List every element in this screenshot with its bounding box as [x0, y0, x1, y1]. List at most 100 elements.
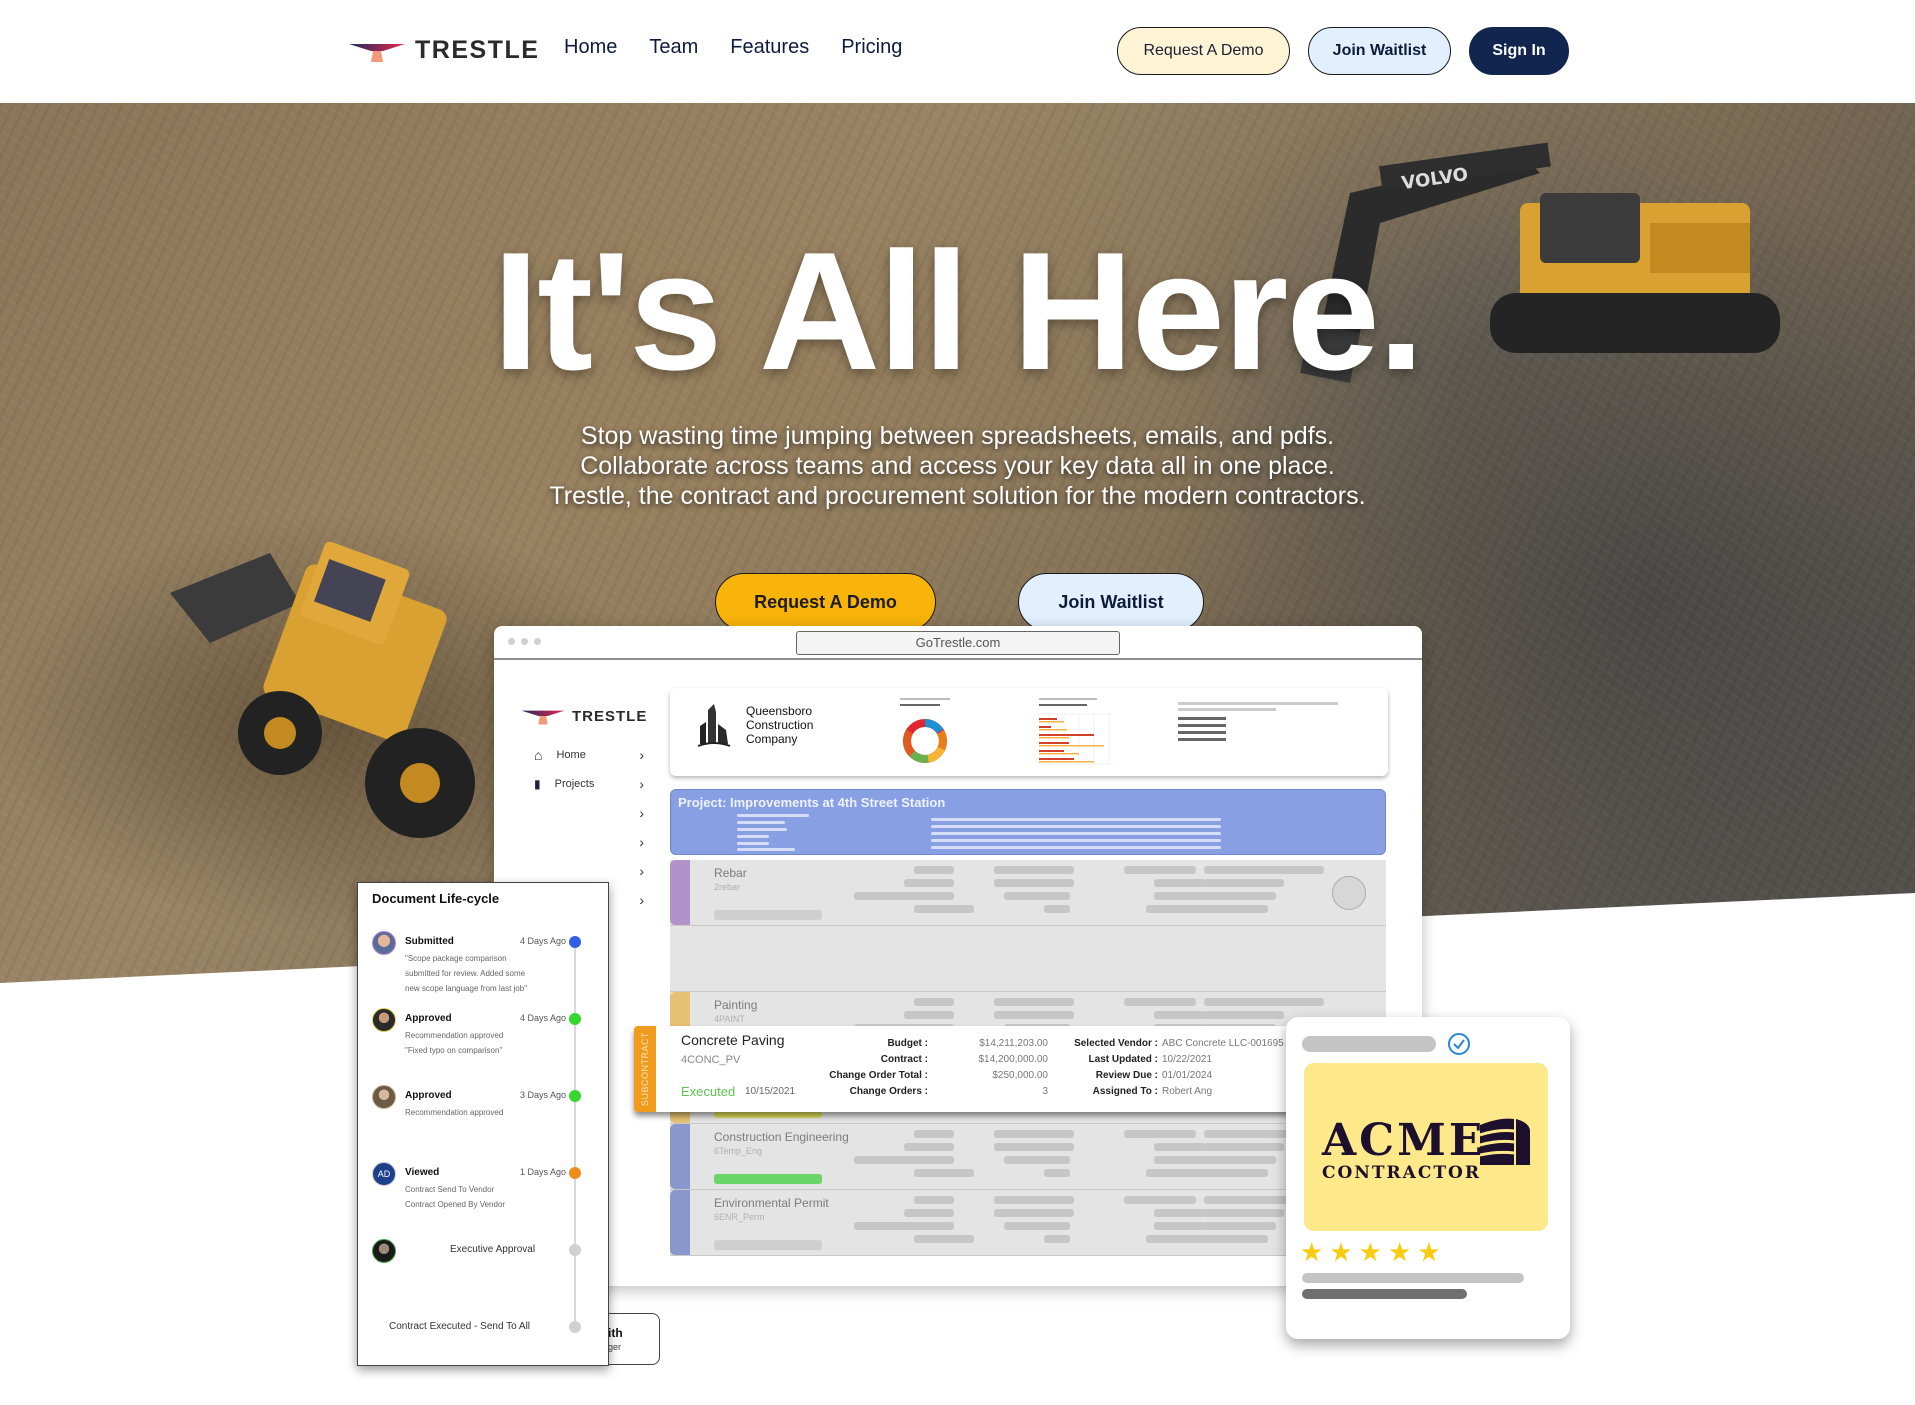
field-value: ABC Concrete LLC-001695 [1162, 1038, 1284, 1049]
note-line: "Fixed typo on comparison" [405, 1046, 503, 1055]
status-dot-icon [569, 1090, 581, 1102]
placeholder-line [1204, 1169, 1268, 1177]
placeholder-line [1154, 1156, 1206, 1164]
field-value: $14,200,000.00 [978, 1054, 1048, 1065]
avatar [372, 931, 396, 955]
browser-titlebar: GoTrestle.com [494, 626, 1422, 660]
home-icon: ⌂ [534, 746, 543, 763]
placeholder-line [1302, 1289, 1467, 1299]
star-icon: ★ [1329, 1237, 1353, 1267]
hero-subtitle-line: Collaborate across teams and access your… [580, 452, 1335, 480]
row-title: Concrete Paving [681, 1032, 785, 1048]
placeholder-line [1204, 866, 1324, 874]
placeholder-line [931, 846, 1221, 849]
join-waitlist-button[interactable]: Join Waitlist [1308, 27, 1451, 75]
brand-logo[interactable]: TRESTLE [349, 36, 539, 65]
placeholder-line [931, 832, 1221, 835]
field-value: $250,000.00 [992, 1070, 1048, 1081]
field-value: Robert Ang [1162, 1086, 1213, 1097]
row-status-bar [714, 1240, 822, 1250]
hero-actions: Request A Demo Join Waitlist [715, 573, 1204, 631]
nav-features[interactable]: Features [730, 36, 809, 59]
nav-pricing[interactable]: Pricing [841, 36, 902, 59]
placeholder-line [914, 1196, 954, 1204]
placeholder-line [1204, 905, 1268, 913]
sidebar-item-projects[interactable]: ▮ Projects › [534, 769, 644, 798]
star-icon: ★ [1300, 1237, 1324, 1267]
hero-subtitle-line: Stop wasting time jumping between spread… [580, 422, 1335, 450]
nav-team[interactable]: Team [649, 36, 698, 59]
hero-request-demo-button[interactable]: Request A Demo [715, 573, 936, 631]
hero-join-waitlist-button[interactable]: Join Waitlist [1018, 573, 1204, 631]
placeholder-line [1204, 1235, 1268, 1243]
lifecycle-note: Contract Send To Vendor Contract Opened … [405, 1182, 565, 1212]
url-bar: GoTrestle.com [796, 631, 1120, 655]
field-label: Selected Vendor : [1074, 1038, 1158, 1049]
chevron-right-icon: › [639, 746, 644, 763]
project-banner[interactable]: Project: Improvements at 4th Street Stat… [670, 789, 1386, 855]
building-icon [697, 704, 731, 747]
company-name: Queensboro Construction Company [746, 704, 813, 746]
placeholder-line [1124, 998, 1196, 1006]
vendor-card[interactable]: ACME CONTRACTOR ★ ★ ★ ★ ★ [1286, 1017, 1570, 1339]
projects-icon: ▮ [534, 776, 541, 791]
placeholder-line [1154, 879, 1206, 887]
placeholder-line [1154, 1222, 1206, 1230]
row-code: 6ENR_Perm [714, 1212, 765, 1222]
sidebar-item[interactable]: › [534, 827, 644, 856]
placeholder-line [1004, 1156, 1070, 1164]
table-row[interactable]: Construction Engineering 6Temp_Eng [670, 1124, 1386, 1190]
expanded-row-card[interactable]: SUBCONTRACT Concrete Paving 4CONC_PV Exe… [634, 1026, 1294, 1112]
row-type-tab [670, 1190, 690, 1255]
lifecycle-time: 4 Days Ago [519, 936, 566, 946]
table-row-expanded-slot[interactable] [670, 926, 1386, 992]
placeholder-line [737, 835, 769, 838]
avatar: AD [372, 1162, 396, 1186]
note-line: new scope language from last job" [405, 984, 528, 993]
placeholder-line [1044, 1235, 1070, 1243]
field-label: Contract : [880, 1054, 928, 1065]
table-row[interactable]: Rebar 2rebar [670, 860, 1386, 926]
request-demo-button[interactable]: Request A Demo [1117, 27, 1290, 75]
row-title: Construction Engineering [714, 1130, 849, 1144]
table-row[interactable]: Environmental Permit 6ENR_Perm [670, 1190, 1386, 1256]
placeholder-line [914, 1235, 974, 1243]
check-circle-icon [1448, 1033, 1470, 1055]
avatar [372, 1085, 396, 1109]
placeholder-line [1154, 1143, 1206, 1151]
placeholder-line [737, 842, 769, 845]
placeholder-line [1204, 1209, 1284, 1217]
note-line: Contract Opened By Vendor [405, 1200, 506, 1209]
placeholder-line [854, 892, 954, 900]
sign-in-button[interactable]: Sign In [1469, 27, 1569, 75]
row-title: Painting [714, 998, 758, 1012]
nav-links: Home Team Features Pricing [564, 36, 902, 59]
field-value: 10/22/2021 [1162, 1054, 1213, 1065]
status-dot-icon [569, 1244, 581, 1256]
lifecycle-time: 1 Days Ago [519, 1167, 566, 1177]
row-status-date: 10/15/2021 [745, 1086, 796, 1097]
hero-title: It's All Here. [492, 217, 1424, 405]
placeholder-line [1044, 905, 1070, 913]
sidebar-item[interactable]: › [534, 798, 644, 827]
sidebar-item[interactable]: › [534, 856, 644, 885]
row-code: 2rebar [714, 882, 741, 892]
window-dot-icon [534, 638, 541, 645]
lifecycle-time: 3 Days Ago [519, 1090, 566, 1100]
sidebar-item-home[interactable]: ⌂ Home › [534, 740, 644, 769]
avatar [372, 1008, 396, 1032]
placeholder-line [1004, 892, 1070, 900]
text-summary-thumbnail [1178, 702, 1338, 741]
star-icon: ★ [1417, 1237, 1441, 1267]
wheel-loader-image [170, 541, 475, 838]
placeholder-line [904, 1143, 954, 1151]
placeholder-line [1146, 1169, 1208, 1177]
placeholder-line [1124, 866, 1196, 874]
row-code: 4CONC_PV [681, 1054, 741, 1066]
hero-subtitle: Stop wasting time jumping between spread… [0, 421, 1915, 511]
nav-home[interactable]: Home [564, 36, 617, 59]
placeholder-line [931, 818, 1221, 821]
placeholder-line [931, 839, 1221, 842]
note-line: Contract Send To Vendor [405, 1185, 495, 1194]
note-line: submitted for review. Added some [405, 969, 526, 978]
